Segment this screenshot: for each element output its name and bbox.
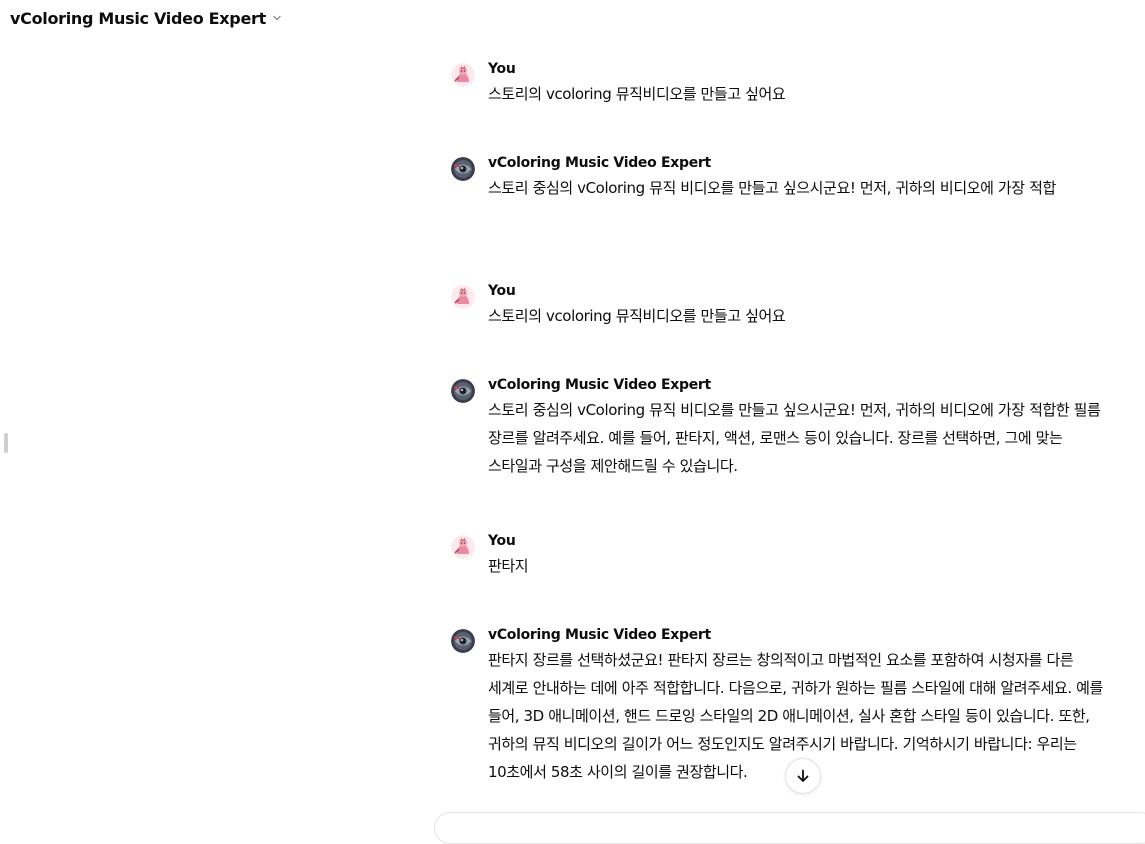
message-text: 스토리 중심의 vColoring 뮤직 비디오를 만들고 싶으시군요! 먼저,… [488,401,1101,475]
message-author: You [488,61,516,77]
page-title: vColoring Music Video Expert [10,8,266,28]
message-text: 스토리의 vcoloring 뮤직비디오를 만들고 싶어요 [488,307,786,325]
message-author: vColoring Music Video Expert [488,627,711,643]
message-author: vColoring Music Video Expert [488,155,711,171]
user-avatar-icon [451,63,475,87]
gpt-selector[interactable]: vColoring Music Video Expert [10,6,282,30]
message-composer[interactable] [434,812,1145,844]
user-avatar-icon [451,285,475,309]
message-author: vColoring Music Video Expert [488,377,711,393]
gpt-avatar-icon [451,629,475,653]
sidebar-resize-handle[interactable] [4,433,8,453]
message-author: You [488,533,516,549]
chevron-down-icon [273,15,281,21]
gpt-avatar-icon [451,379,475,403]
message-text: 스토리의 vcoloring 뮤직비디오를 만들고 싶어요 [488,85,786,103]
arrow-down-icon [797,769,809,782]
user-avatar-icon [451,535,475,559]
message-text: 스토리 중심의 vColoring 뮤직 비디오를 만들고 싶으시군요! 먼저,… [488,179,1056,197]
message-text: 판타지 [488,557,529,575]
scroll-to-bottom-button[interactable] [785,758,821,794]
gpt-avatar-icon [451,157,475,181]
message-author: You [488,283,516,299]
